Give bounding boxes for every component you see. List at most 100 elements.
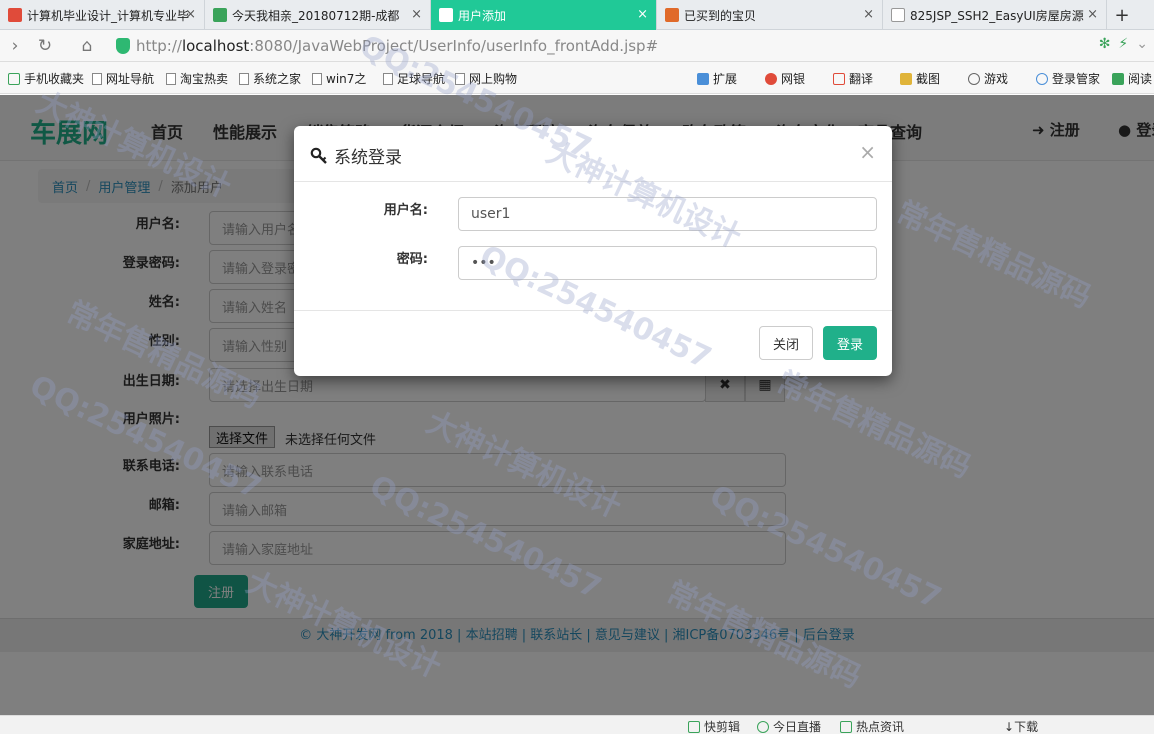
bookmark-label: 淘宝热卖 — [180, 72, 229, 86]
tool-label: 翻译 — [849, 72, 874, 86]
modal-username-input[interactable]: user1 — [458, 197, 877, 231]
page-icon — [312, 72, 322, 85]
tool-label: 登录管家 — [1052, 72, 1101, 86]
play-icon — [688, 720, 700, 733]
bookmark-win7[interactable]: win7之 — [312, 70, 366, 87]
new-tab-button[interactable]: + — [1107, 0, 1137, 30]
status-quick-edit[interactable]: 快剪辑 — [688, 718, 740, 735]
browser-statusbar: 快剪辑 今日直播 热点资讯 ↓ 下载 — [0, 715, 1154, 734]
bank-icon — [765, 72, 777, 85]
modal-header: 系统登录 × — [294, 126, 892, 182]
lightning-icon[interactable]: ⚡ — [1118, 36, 1128, 52]
tool-label: 阅读 — [1128, 72, 1153, 86]
modal-footer-divider — [294, 310, 892, 311]
grid-icon — [697, 72, 709, 85]
close-icon[interactable]: × — [859, 140, 876, 164]
tool-bank[interactable]: 网银 — [765, 70, 805, 87]
bookmark-label: 系统之家 — [253, 72, 302, 86]
status-live[interactable]: 今日直播 — [757, 718, 821, 735]
site-favicon-icon — [439, 8, 453, 22]
modal-password-input[interactable]: ••• — [458, 246, 877, 280]
bookmark-system[interactable]: 系统之家 — [239, 70, 301, 87]
tab-close-icon[interactable]: × — [185, 7, 196, 22]
tool-login-manager[interactable]: 登录管家 — [1036, 70, 1100, 87]
book-icon — [1112, 72, 1124, 85]
bookmark-football[interactable]: 足球导航 — [383, 70, 445, 87]
bookmark-label: 足球导航 — [397, 72, 446, 86]
modal-title: 系统登录 — [310, 143, 402, 168]
page-icon — [92, 72, 102, 85]
status-label: 热点资讯 — [856, 720, 905, 734]
reload-icon[interactable]: ↻ — [34, 35, 56, 57]
status-download[interactable]: ↓ 下载 — [1004, 718, 1038, 735]
page-icon — [455, 72, 465, 85]
bookmark-taobao[interactable]: 淘宝热卖 — [166, 70, 228, 87]
status-label: 今日直播 — [773, 720, 822, 734]
tool-label: 游戏 — [984, 72, 1009, 86]
bookmark-label: 网址导航 — [106, 72, 155, 86]
address-bar: › ↻ ⌂ http://localhost:8080/JavaWebProje… — [0, 30, 1154, 62]
bookmark-label: win7之 — [326, 72, 367, 86]
home-icon[interactable]: ⌂ — [76, 35, 98, 57]
site-favicon-icon — [665, 8, 679, 22]
live-icon — [757, 720, 769, 733]
url-protocol: http:// — [136, 37, 182, 55]
tool-extensions[interactable]: 扩展 — [697, 70, 737, 87]
bookmark-mobile[interactable]: 手机收藏夹 — [8, 70, 84, 87]
download-icon: ↓ — [1004, 719, 1015, 734]
modal-login-button[interactable]: 登录 — [823, 326, 877, 360]
chevron-down-icon[interactable]: ⌄ — [1136, 36, 1148, 52]
page-icon — [239, 72, 249, 85]
page-icon — [383, 72, 393, 85]
tool-games[interactable]: 游戏 — [968, 70, 1008, 87]
url-input[interactable]: http://localhost:8080/JavaWebProject/Use… — [116, 34, 1076, 58]
tool-screenshot[interactable]: 截图 — [900, 70, 940, 87]
tab-close-icon[interactable]: × — [411, 7, 422, 22]
translate-icon — [833, 72, 845, 85]
tab-close-icon[interactable]: × — [637, 7, 648, 22]
login-modal: 系统登录 × 用户名: user1 密码: ••• 关闭 登录 — [294, 126, 892, 376]
forward-icon[interactable]: › — [4, 35, 26, 57]
tab-title: 已买到的宝贝 — [684, 8, 757, 23]
url-host: localhost — [181, 37, 250, 55]
security-shield-icon — [116, 38, 130, 54]
tool-reading[interactable]: 阅读 — [1112, 70, 1152, 87]
extension-gear-icon[interactable]: ✻ — [1099, 36, 1111, 52]
tab-3-active[interactable]: 用户添加 × — [431, 0, 657, 30]
news-icon — [840, 720, 852, 733]
tab-title: 计算机毕业设计_计算机专业毕 — [27, 8, 190, 23]
bookmark-nav[interactable]: 网址导航 — [92, 70, 154, 87]
tab-close-icon[interactable]: × — [863, 7, 874, 22]
scissors-icon — [900, 72, 912, 85]
tool-translate[interactable]: 翻译 — [833, 70, 873, 87]
status-label: 快剪辑 — [704, 720, 741, 734]
browser-tabbar: 计算机毕业设计_计算机专业毕 × 今天我相亲_20180712期-成都 × 用户… — [0, 0, 1154, 30]
tab-title: 825JSP_SSH2_EasyUI房屋房源 — [910, 8, 1084, 23]
bookmark-shopping[interactable]: 网上购物 — [455, 70, 517, 87]
tab-title: 今天我相亲_20180712期-成都 — [232, 8, 400, 23]
tab-2[interactable]: 今天我相亲_20180712期-成都 × — [205, 0, 431, 30]
site-favicon-icon — [213, 8, 227, 22]
tab-4[interactable]: 已买到的宝贝 × — [657, 0, 883, 30]
tool-label: 截图 — [916, 72, 941, 86]
tool-label: 网银 — [781, 72, 806, 86]
tab-close-icon[interactable]: × — [1087, 7, 1098, 22]
tab-1[interactable]: 计算机毕业设计_计算机专业毕 × — [0, 0, 205, 30]
tool-label: 扩展 — [713, 72, 738, 86]
modal-close-button[interactable]: 关闭 — [759, 326, 813, 360]
status-label: 下载 — [1014, 720, 1039, 734]
page-favicon-icon — [891, 8, 905, 22]
magnifier-icon — [1036, 72, 1048, 85]
modal-title-text: 系统登录 — [334, 148, 402, 168]
phone-icon — [8, 72, 20, 85]
site-favicon-icon — [8, 8, 22, 22]
page-icon — [166, 72, 176, 85]
tab-5[interactable]: 825JSP_SSH2_EasyUI房屋房源 × — [883, 0, 1107, 30]
bookmark-label: 网上购物 — [469, 72, 518, 86]
gamepad-icon — [968, 72, 980, 85]
key-icon — [310, 147, 327, 164]
bookmarks-bar: 手机收藏夹 网址导航 淘宝热卖 系统之家 win7之 足球导航 网上购物 扩展 … — [0, 62, 1154, 94]
status-news[interactable]: 热点资讯 — [840, 718, 904, 735]
address-right-tools: ✻ ⚡ ⌄ — [1099, 36, 1148, 52]
modal-username-label: 用户名: — [383, 203, 428, 218]
